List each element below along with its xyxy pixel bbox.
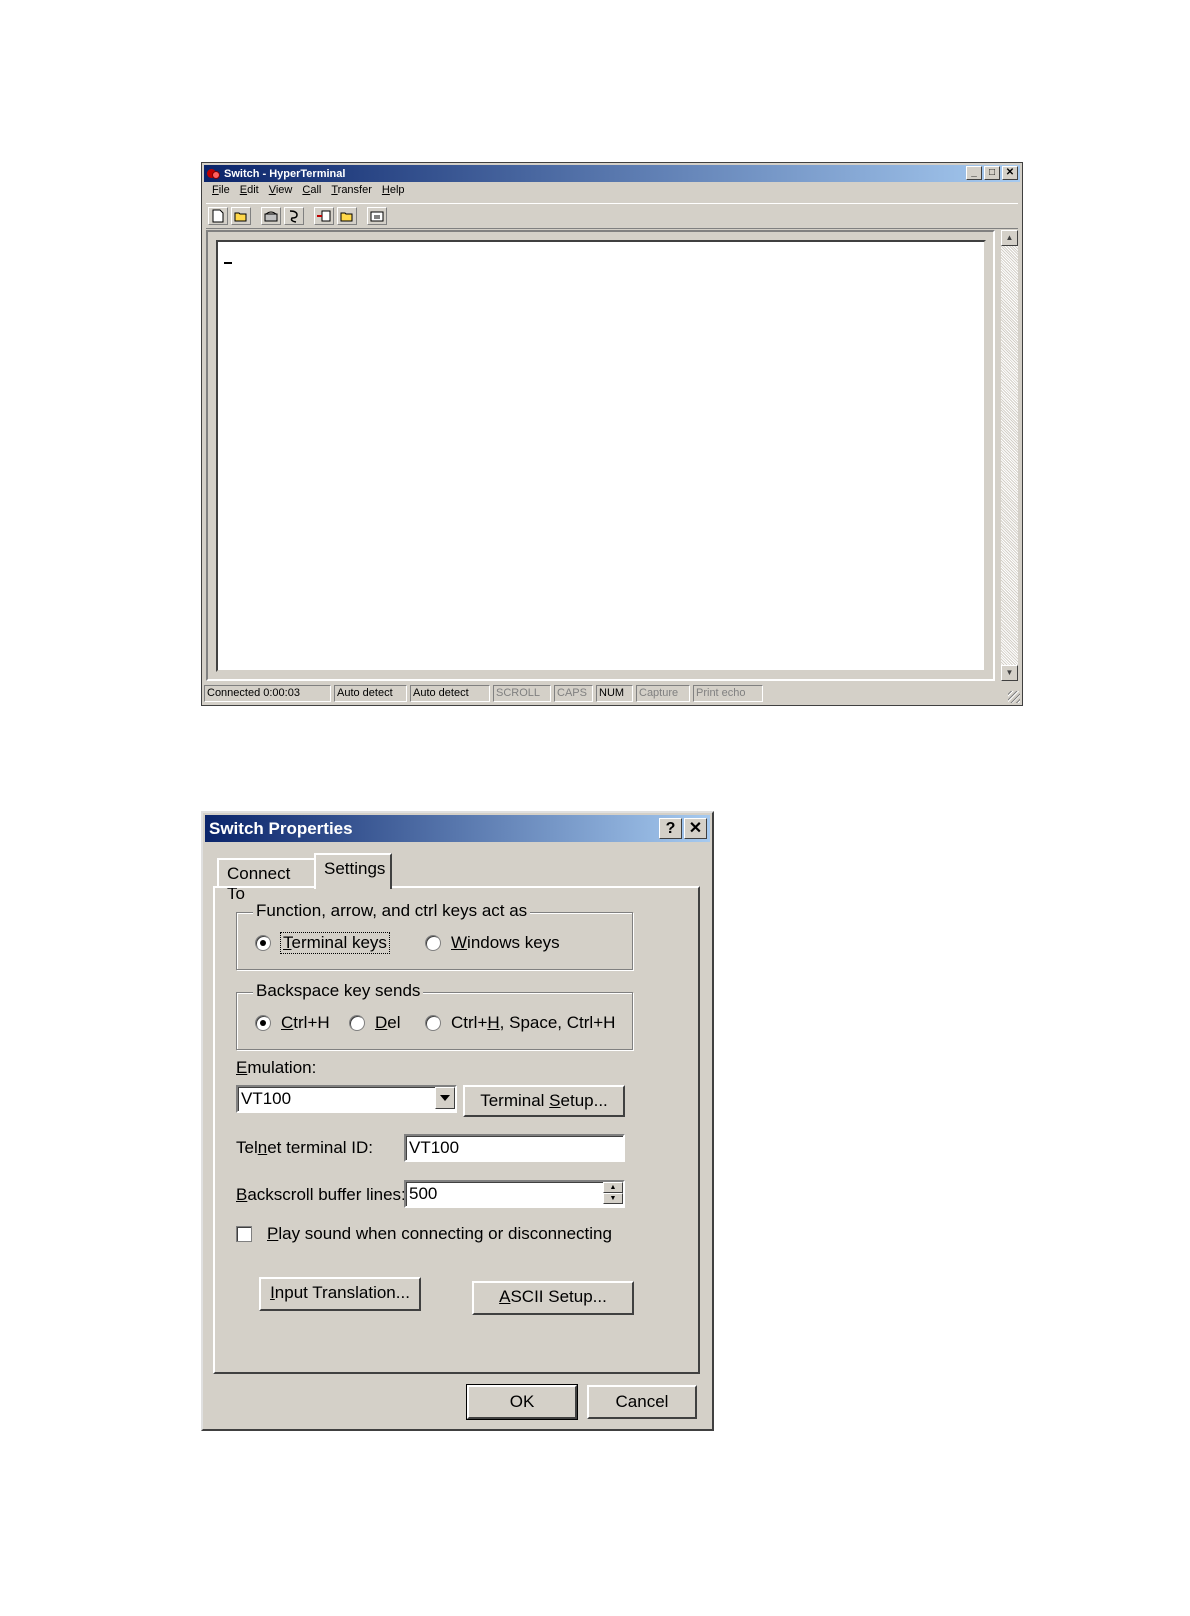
ctrl-h-radio[interactable]: Ctrl+H — [255, 1013, 330, 1033]
radio-selected-icon[interactable] — [255, 935, 271, 951]
play-sound-checkbox[interactable] — [236, 1226, 252, 1242]
radio-unselected-icon[interactable] — [425, 935, 441, 951]
backscroll-buffer-label: Backscroll buffer lines: — [236, 1185, 406, 1204]
dialog-close-button[interactable]: ✕ — [684, 818, 707, 839]
vertical-scrollbar[interactable]: ▲ ▼ — [1001, 230, 1018, 681]
hyperterminal-window: Switch - HyperTerminal _ □ ✕ File Edit V… — [201, 162, 1023, 706]
radio-unselected-icon[interactable] — [349, 1015, 365, 1031]
status-auto-detect-2: Auto detect — [410, 685, 490, 702]
close-button[interactable]: ✕ — [1002, 166, 1018, 180]
ascii-setup-button[interactable]: ASCII Setup... — [472, 1281, 634, 1315]
input-translation-button[interactable]: Input Translation... — [259, 1277, 421, 1311]
radio-selected-icon[interactable] — [255, 1015, 271, 1031]
properties-icon[interactable] — [367, 207, 387, 225]
emulation-label: Emulation: — [236, 1058, 317, 1077]
emulation-select[interactable]: VT100 — [236, 1085, 457, 1113]
emulation-value: VT100 — [241, 1089, 292, 1108]
help-button[interactable]: ? — [659, 818, 682, 839]
tab-connect-to[interactable]: Connect To — [217, 858, 316, 903]
maximize-button[interactable]: □ — [984, 166, 1000, 180]
status-auto-detect-1: Auto detect — [334, 685, 407, 702]
chevron-down-icon[interactable] — [435, 1087, 455, 1109]
keys-group: Function, arrow, and ctrl keys act as Te… — [236, 901, 633, 970]
cancel-button[interactable]: Cancel — [587, 1385, 697, 1419]
terminal-area — [206, 230, 995, 681]
menu-edit[interactable]: Edit — [240, 184, 259, 201]
backspace-group-legend: Backspace key sends — [253, 981, 424, 1001]
connect-icon[interactable] — [261, 207, 281, 225]
backscroll-spinner[interactable]: ▲ ▼ — [603, 1182, 623, 1205]
text-cursor — [224, 262, 232, 264]
scroll-up-icon[interactable]: ▲ — [1001, 230, 1018, 246]
status-connected: Connected 0:00:03 — [204, 685, 331, 702]
dialog-title-bar[interactable]: Switch Properties ? ✕ — [205, 815, 710, 842]
menu-bar: File Edit View Call Transfer Help — [206, 184, 409, 201]
status-capture: Capture — [636, 685, 690, 702]
new-icon[interactable] — [208, 207, 228, 225]
del-radio[interactable]: Del — [349, 1013, 401, 1033]
toolbar — [206, 203, 1018, 229]
menu-call[interactable]: Call — [302, 184, 321, 201]
tab-settings[interactable]: Settings — [314, 853, 392, 889]
ok-button[interactable]: OK — [466, 1384, 578, 1420]
dialog-title: Switch Properties — [209, 819, 353, 838]
menu-view[interactable]: View — [269, 184, 293, 201]
title-bar[interactable]: Switch - HyperTerminal _ □ ✕ — [204, 165, 1020, 182]
window-title: Switch - HyperTerminal — [224, 167, 346, 180]
status-scroll: SCROLL — [493, 685, 551, 702]
terminal-keys-radio[interactable]: Terminal keys — [255, 932, 390, 954]
terminal-setup-button[interactable]: Terminal Setup... — [463, 1085, 625, 1117]
play-sound-label[interactable]: Play sound when connecting or disconnect… — [267, 1224, 612, 1244]
menu-file[interactable]: File — [212, 184, 230, 201]
switch-properties-dialog: Switch Properties ? ✕ Connect To Setting… — [201, 811, 714, 1431]
hyperterminal-app-icon[interactable] — [207, 167, 221, 181]
telnet-terminal-id-input[interactable]: VT100 — [404, 1134, 625, 1162]
status-caps: CAPS — [554, 685, 593, 702]
backscroll-buffer-input[interactable]: 500 ▲ ▼ — [404, 1180, 625, 1208]
send-icon[interactable] — [314, 207, 334, 225]
terminal-screen[interactable] — [216, 240, 986, 672]
minimize-button[interactable]: _ — [966, 166, 982, 180]
menu-help[interactable]: Help — [382, 184, 405, 201]
ctrl-h-space-radio[interactable]: Ctrl+H, Space, Ctrl+H — [425, 1013, 615, 1033]
settings-panel: Function, arrow, and ctrl keys act as Te… — [213, 886, 700, 1374]
status-bar: Connected 0:00:03 Auto detect Auto detec… — [204, 685, 1020, 702]
scroll-down-icon[interactable]: ▼ — [1001, 665, 1018, 681]
telnet-terminal-id-label: Telnet terminal ID: — [236, 1138, 374, 1157]
resize-grip-icon[interactable] — [1008, 691, 1020, 703]
disconnect-icon[interactable] — [284, 207, 304, 225]
keys-group-legend: Function, arrow, and ctrl keys act as — [253, 901, 531, 921]
receive-icon[interactable] — [337, 207, 357, 225]
spin-down-icon[interactable]: ▼ — [603, 1193, 623, 1204]
menu-transfer[interactable]: Transfer — [331, 184, 372, 201]
status-print-echo: Print echo — [693, 685, 763, 702]
radio-unselected-icon[interactable] — [425, 1015, 441, 1031]
backspace-group: Backspace key sends Ctrl+H Del Ctrl+H, S… — [236, 981, 633, 1050]
spin-up-icon[interactable]: ▲ — [603, 1182, 623, 1193]
status-num: NUM — [596, 685, 633, 702]
open-icon[interactable] — [231, 207, 251, 225]
windows-keys-radio[interactable]: Windows keys — [425, 933, 560, 953]
